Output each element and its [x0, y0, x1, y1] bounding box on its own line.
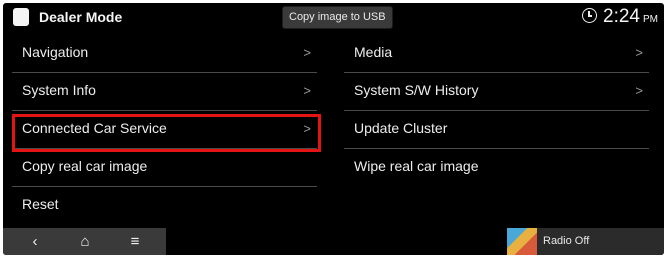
page-title: Dealer Mode: [39, 9, 123, 25]
menu-button[interactable]: ≡: [113, 228, 157, 255]
status-bar: Dealer Mode Copy image to USB 2:24 PM: [3, 3, 664, 33]
menu-item-copy-real-car-image[interactable]: Copy real car image: [12, 149, 317, 187]
chevron-right-icon: >: [303, 121, 311, 136]
chevron-right-icon: >: [635, 83, 643, 98]
menu-item-label: Reset: [22, 196, 59, 212]
status-clock: 2:24 PM: [582, 6, 658, 28]
chevron-right-icon: >: [303, 83, 311, 98]
menu-right-column: Media > System S/W History > Update Clus…: [344, 35, 649, 187]
head-unit-screen: Dealer Mode Copy image to USB 2:24 PM Na…: [3, 3, 664, 255]
back-button[interactable]: ‹: [13, 228, 57, 255]
copy-image-tooltip: Copy image to USB: [283, 7, 392, 28]
menu-item-label: Wipe real car image: [354, 158, 479, 174]
menu-item-connected-car-service[interactable]: Connected Car Service >: [12, 111, 317, 149]
home-icon: ⌂: [80, 233, 90, 250]
menu-item-label: Copy real car image: [22, 158, 148, 174]
menu-item-label: System Info: [22, 82, 96, 98]
menu-item-navigation[interactable]: Navigation >: [12, 35, 317, 73]
radio-album-art: [507, 228, 537, 255]
back-icon: ‹: [32, 233, 38, 250]
menu-item-system-sw-history[interactable]: System S/W History >: [344, 73, 649, 111]
menu-item-label: Media: [354, 44, 393, 60]
menu-item-label: System S/W History: [354, 82, 479, 98]
menu-left-column: Navigation > System Info > Connected Car…: [12, 35, 317, 225]
radio-widget[interactable]: Radio Off: [507, 228, 664, 255]
chevron-right-icon: >: [635, 45, 643, 60]
chevron-right-icon: >: [303, 45, 311, 60]
menu-item-label: Connected Car Service: [22, 120, 167, 136]
dealer-mode-app-icon: [13, 8, 29, 26]
menu-item-system-info[interactable]: System Info >: [12, 73, 317, 111]
clock-ampm: PM: [643, 14, 658, 25]
menu-item-label: Update Cluster: [354, 120, 448, 136]
menu-item-label: Navigation: [22, 44, 89, 60]
clock-icon: [582, 8, 598, 23]
menu-icon: ≡: [130, 233, 140, 250]
menu-item-media[interactable]: Media >: [344, 35, 649, 73]
menu-item-reset[interactable]: Reset: [12, 187, 317, 225]
home-button[interactable]: ⌂: [63, 228, 107, 255]
clock-time: 2:24: [603, 6, 640, 27]
menu-item-update-cluster[interactable]: Update Cluster: [344, 111, 649, 149]
menu-item-wipe-real-car-image[interactable]: Wipe real car image: [344, 149, 649, 187]
bottom-nav-bar: ‹ ⌂ ≡: [3, 228, 166, 255]
radio-status-label: Radio Off: [543, 235, 590, 247]
